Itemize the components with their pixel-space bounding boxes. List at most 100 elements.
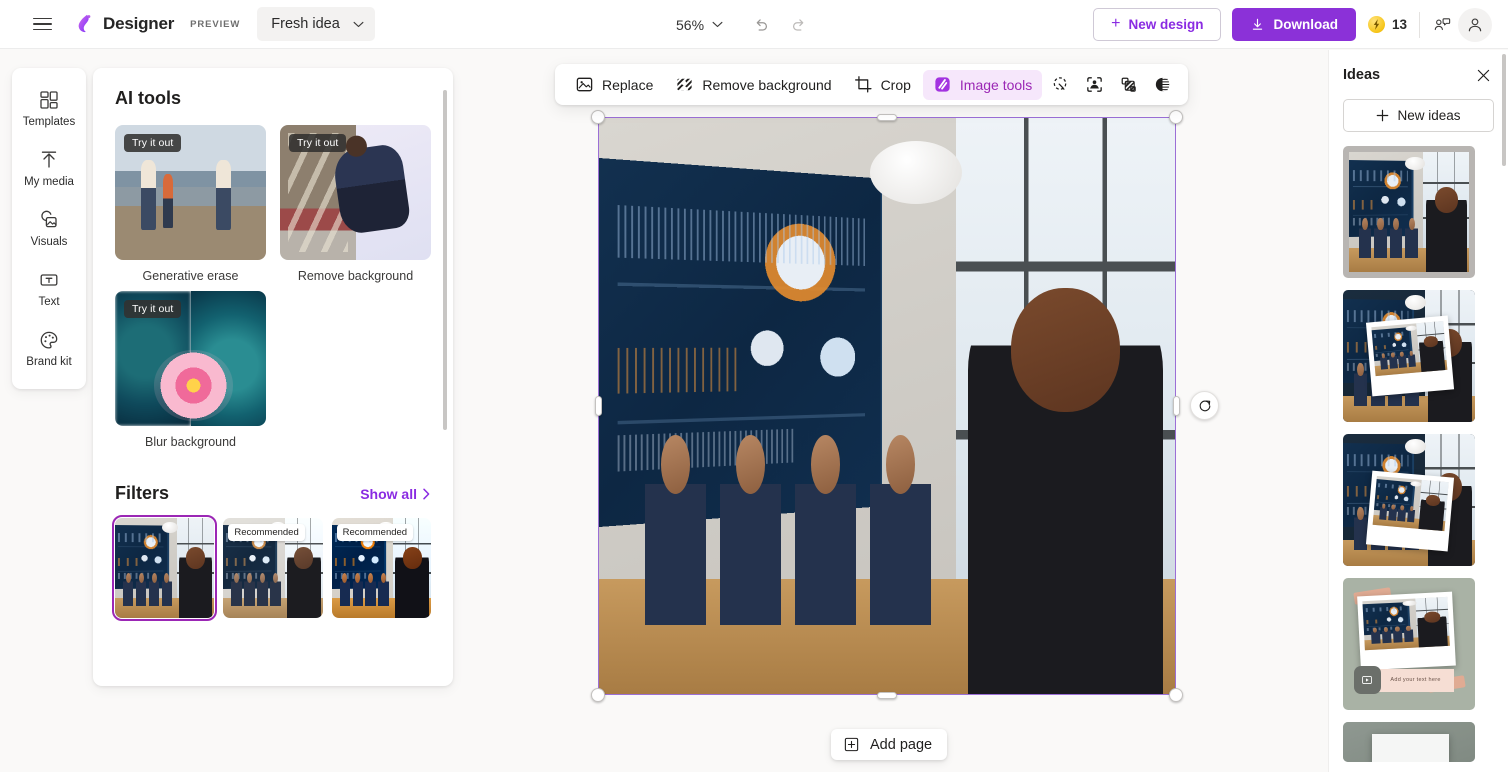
filters-row: Recommended Recommended: [111, 515, 431, 621]
tool-label: Blur background: [144, 435, 237, 449]
ideas-header: Ideas: [1343, 64, 1494, 86]
remove-background-icon: [677, 78, 692, 91]
resize-handle-bottom[interactable]: [877, 691, 897, 699]
download-icon: [1253, 18, 1263, 30]
resize-handle-top[interactable]: [877, 113, 897, 121]
filters-header: Filters Show all: [115, 483, 431, 504]
show-all-filters-link[interactable]: Show all: [360, 486, 431, 502]
sidebar-item-brand-kit[interactable]: Brand kit: [16, 324, 82, 371]
tool-card-blur-background[interactable]: Try it out Blur background: [115, 291, 266, 449]
image-tools-sparkle-icon: [935, 77, 950, 92]
contrast-icon: [1155, 77, 1169, 92]
plus-box-icon: [844, 737, 859, 752]
idea-card[interactable]: [1343, 722, 1475, 762]
new-design-button[interactable]: + New design: [1093, 8, 1222, 41]
download-button[interactable]: Download: [1232, 8, 1356, 41]
share-button[interactable]: [1426, 9, 1458, 41]
redo-button[interactable]: [783, 9, 815, 41]
resize-handle-right[interactable]: [1172, 396, 1180, 416]
canvas-image[interactable]: [598, 117, 1176, 695]
idea-card[interactable]: Add your text here: [1343, 578, 1475, 710]
filters-title: Filters: [115, 483, 170, 503]
fit-image-frame-icon: [1086, 77, 1102, 92]
panel-title: AI tools: [115, 88, 181, 108]
sidebar-item-label: Brand kit: [26, 356, 72, 368]
crop-label: Crop: [880, 76, 911, 93]
sidebar-item-visuals[interactable]: Visuals: [16, 204, 82, 251]
image-tools-label: Image tools: [959, 76, 1033, 93]
coin-bolt-icon: [1367, 16, 1385, 33]
panel-scrollbar[interactable]: [443, 90, 447, 430]
image-tools-button[interactable]: Image tools: [922, 69, 1043, 100]
idea-card[interactable]: [1343, 434, 1475, 566]
canvas-selected-image[interactable]: [591, 110, 1183, 702]
sidebar-item-label: My media: [24, 176, 74, 188]
tool-thumbnail: Try it out: [115, 125, 266, 260]
add-page-button[interactable]: Add page: [831, 729, 948, 760]
ai-tools-grid: Try it out Generative erase Try it out R…: [115, 125, 431, 449]
chevron-down-icon: [712, 21, 723, 28]
replace-button[interactable]: Replace: [565, 70, 663, 100]
replace-image-icon: [576, 77, 593, 92]
new-design-label: New design: [1128, 17, 1204, 32]
hamburger-menu-icon[interactable]: [26, 8, 58, 40]
upload-arrow-icon: [41, 151, 57, 168]
ideas-scrollbar[interactable]: [1502, 54, 1506, 166]
rotate-handle[interactable]: [1190, 391, 1219, 420]
rotate-icon: [1199, 399, 1210, 411]
remove-background-label: Remove background: [702, 76, 832, 93]
resize-handle-top-right[interactable]: [1169, 110, 1183, 124]
remove-background-button[interactable]: Remove background: [665, 70, 841, 100]
tool-thumbnail: Try it out: [280, 125, 431, 260]
magic-select-button[interactable]: [1044, 70, 1076, 100]
resize-handle-bottom-left[interactable]: [591, 688, 605, 702]
fit-image-frame-button[interactable]: [1078, 70, 1110, 100]
chevron-right-icon: [423, 488, 430, 499]
resize-handle-top-left[interactable]: [591, 110, 605, 124]
templates-grid-icon: [40, 91, 58, 109]
sidebar-item-label: Text: [38, 296, 60, 308]
header-actions: + New design Download 13: [1093, 0, 1492, 49]
resize-handle-bottom-right[interactable]: [1169, 688, 1183, 702]
try-it-out-chip: Try it out: [124, 134, 182, 152]
tool-label: Remove background: [297, 269, 414, 283]
contrast-button[interactable]: [1146, 70, 1178, 100]
idea-card[interactable]: [1343, 290, 1475, 422]
image-context-toolbar: Replace Remove background Crop Image too…: [555, 64, 1189, 105]
resize-handle-left[interactable]: [594, 396, 602, 416]
recommended-badge: Recommended: [336, 524, 414, 541]
sidebar-item-templates[interactable]: Templates: [16, 84, 82, 131]
recommended-badge: Recommended: [228, 524, 305, 541]
visuals-image-icon: [41, 210, 57, 228]
sidebar-item-text[interactable]: Text: [16, 264, 82, 311]
filter-card[interactable]: [111, 515, 218, 621]
filter-card[interactable]: Recommended: [331, 518, 431, 618]
close-ideas-button[interactable]: [1472, 64, 1494, 86]
document-name-dropdown[interactable]: Fresh idea: [257, 7, 375, 41]
ideas-title: Ideas: [1343, 67, 1381, 83]
credits-badge[interactable]: 13: [1367, 11, 1420, 38]
tool-card-generative-erase[interactable]: Try it out Generative erase: [115, 125, 266, 283]
filter-card[interactable]: Recommended: [223, 518, 323, 618]
palette-icon: [40, 331, 58, 349]
sidebar-item-label: Templates: [22, 116, 76, 128]
new-ideas-button[interactable]: New ideas: [1343, 99, 1494, 132]
redo-icon: [793, 18, 804, 31]
try-it-out-chip: Try it out: [124, 300, 182, 318]
app-header: Designer PREVIEW Fresh idea 56% + New de…: [0, 0, 1508, 49]
brand-logo-group[interactable]: Designer: [73, 12, 174, 36]
zoom-dropdown[interactable]: 56%: [668, 12, 731, 38]
tool-card-remove-background[interactable]: Try it out Remove background: [280, 125, 431, 283]
credits-count: 13: [1391, 17, 1407, 32]
crop-button[interactable]: Crop: [844, 70, 921, 100]
zoom-controls: 56%: [668, 0, 815, 49]
account-button[interactable]: [1458, 7, 1492, 42]
layers-transparency-button[interactable]: [1112, 70, 1144, 100]
download-label: Download: [1273, 17, 1338, 32]
undo-button[interactable]: [745, 9, 777, 41]
layers-transparency-icon: [1121, 77, 1136, 92]
idea-card[interactable]: [1343, 146, 1475, 278]
sidebar-item-my-media[interactable]: My media: [16, 144, 82, 191]
plus-icon: [1377, 109, 1389, 122]
account-avatar-icon: [1468, 18, 1482, 31]
